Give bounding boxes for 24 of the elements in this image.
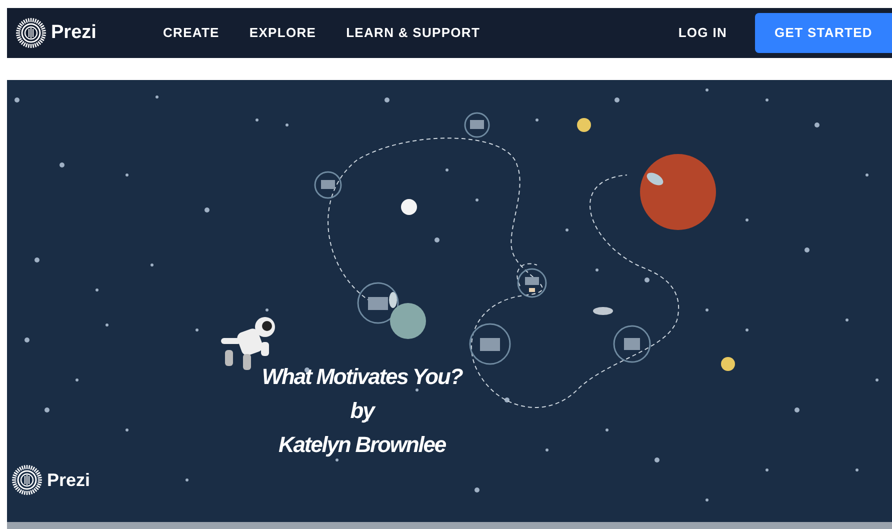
planet-drawing xyxy=(390,303,426,339)
frame-circle[interactable] xyxy=(357,282,399,324)
nav-link[interactable]: LEARN & SUPPORT xyxy=(346,23,480,43)
watermark-logo-text: Prezi xyxy=(47,468,90,492)
slide-title-line: What Motivates You? xyxy=(262,363,462,391)
frame-circle[interactable] xyxy=(517,268,547,298)
nav-link[interactable]: EXPLORE xyxy=(249,23,316,43)
get-started-button[interactable]: GET STARTED xyxy=(755,13,892,53)
frame-circle[interactable] xyxy=(469,323,511,365)
slide-title-line: by xyxy=(350,397,374,425)
nav-link[interactable]: CREATE xyxy=(163,23,220,43)
frame-circle[interactable] xyxy=(464,112,490,138)
logo-text[interactable]: Prezi xyxy=(51,18,96,48)
planet-drawing xyxy=(721,357,735,371)
ufo-drawing xyxy=(593,307,613,315)
frame-circle[interactable] xyxy=(314,171,342,199)
moon-drawing xyxy=(401,199,417,215)
frame-circle[interactable] xyxy=(613,325,651,363)
astronaut-drawing xyxy=(221,317,275,370)
logo-icon xyxy=(11,464,43,496)
logo-icon xyxy=(15,17,47,49)
planet-drawing xyxy=(577,118,591,132)
slide-title-line: Katelyn Brownlee xyxy=(278,431,446,459)
log-in-link[interactable]: LOG IN xyxy=(678,23,727,43)
